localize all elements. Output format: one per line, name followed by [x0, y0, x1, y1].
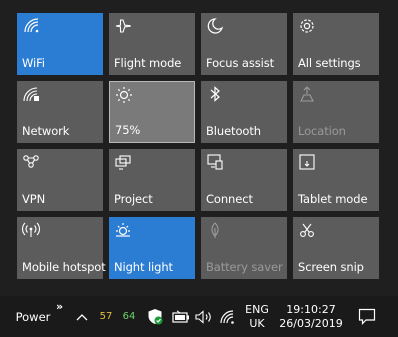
language-region: UK [249, 316, 265, 330]
power-toolbar[interactable]: Power [10, 296, 56, 337]
quick-action-label: All settings [298, 56, 361, 70]
night-light-icon [114, 221, 132, 239]
quick-action-label: Flight mode [114, 56, 182, 70]
volume-icon[interactable] [193, 296, 215, 337]
brightness-icon [115, 86, 133, 104]
cpu-temperature[interactable]: 57 [97, 296, 115, 337]
location-icon [298, 85, 316, 103]
quick-action-label: WiFi [22, 56, 45, 70]
clock-date: 26/03/2019 [279, 316, 343, 330]
taskbar: Power » 57 64 ENG UK 19:10:27 26/03/2019 [0, 296, 398, 337]
quick-action-label: Battery saver [206, 260, 283, 274]
screen-snip-icon [298, 221, 316, 239]
quick-action-label: Connect [206, 192, 253, 206]
bluetooth-icon [206, 85, 224, 103]
quick-action-network[interactable]: Network [17, 81, 103, 143]
wifi-icon [22, 17, 40, 35]
battery-saver-icon [206, 221, 224, 239]
quick-action-all-settings[interactable]: All settings [293, 13, 379, 75]
quick-action-75[interactable]: 75% [109, 81, 195, 143]
quick-action-connect[interactable]: Connect [201, 149, 287, 211]
toolbar-chevron-icon[interactable]: » [56, 299, 63, 313]
battery-icon[interactable] [170, 296, 192, 337]
moon-icon [206, 17, 224, 35]
quick-action-label: Project [114, 192, 153, 206]
language-code: ENG [245, 302, 269, 316]
quick-action-label: Night light [114, 260, 173, 274]
quick-action-night-light[interactable]: Night light [109, 217, 195, 279]
input-language-indicator[interactable]: ENG UK [240, 296, 274, 337]
quick-action-flight-mode[interactable]: Flight mode [109, 13, 195, 75]
quick-action-focus-assist[interactable]: Focus assist [201, 13, 287, 75]
connect-icon [206, 153, 224, 171]
network-status-icon[interactable] [218, 296, 240, 337]
security-shield-icon[interactable] [145, 296, 165, 337]
airplane-icon [114, 17, 132, 35]
hotspot-icon [22, 221, 40, 239]
gpu-temperature[interactable]: 64 [120, 296, 138, 337]
vpn-icon [22, 153, 40, 171]
quick-action-label: Bluetooth [206, 124, 261, 138]
quick-action-label: Screen snip [298, 260, 364, 274]
quick-action-label: Mobile hotspot [22, 260, 106, 274]
action-center: WiFi Flight mode Focus assist All settings N… [0, 0, 398, 295]
quick-action-label: Tablet mode [298, 192, 368, 206]
quick-action-mobile-hotspot[interactable]: Mobile hotspot [17, 217, 106, 279]
quick-action-label: 75% [115, 123, 141, 137]
quick-action-label: VPN [22, 192, 46, 206]
quick-action-project[interactable]: Project [109, 149, 195, 211]
project-icon [114, 153, 132, 171]
network-icon [22, 85, 40, 103]
quick-action-label: Location [298, 124, 346, 138]
quick-action-battery-saver[interactable]: Battery saver [201, 217, 287, 279]
quick-action-tablet-mode[interactable]: Tablet mode [293, 149, 379, 211]
notification-center-icon[interactable] [352, 296, 382, 337]
show-hidden-icons-icon[interactable] [74, 296, 90, 337]
tablet-mode-icon [298, 153, 316, 171]
quick-action-label: Network [22, 124, 70, 138]
gear-icon [298, 17, 316, 35]
quick-action-vpn[interactable]: VPN [17, 149, 103, 211]
quick-action-location[interactable]: Location [293, 81, 379, 143]
clock-time: 19:10:27 [286, 302, 336, 316]
system-clock[interactable]: 19:10:27 26/03/2019 [278, 296, 344, 337]
quick-action-screen-snip[interactable]: Screen snip [293, 217, 379, 279]
quick-action-wifi[interactable]: WiFi [17, 13, 103, 75]
quick-action-label: Focus assist [206, 56, 275, 70]
quick-action-bluetooth[interactable]: Bluetooth [201, 81, 287, 143]
